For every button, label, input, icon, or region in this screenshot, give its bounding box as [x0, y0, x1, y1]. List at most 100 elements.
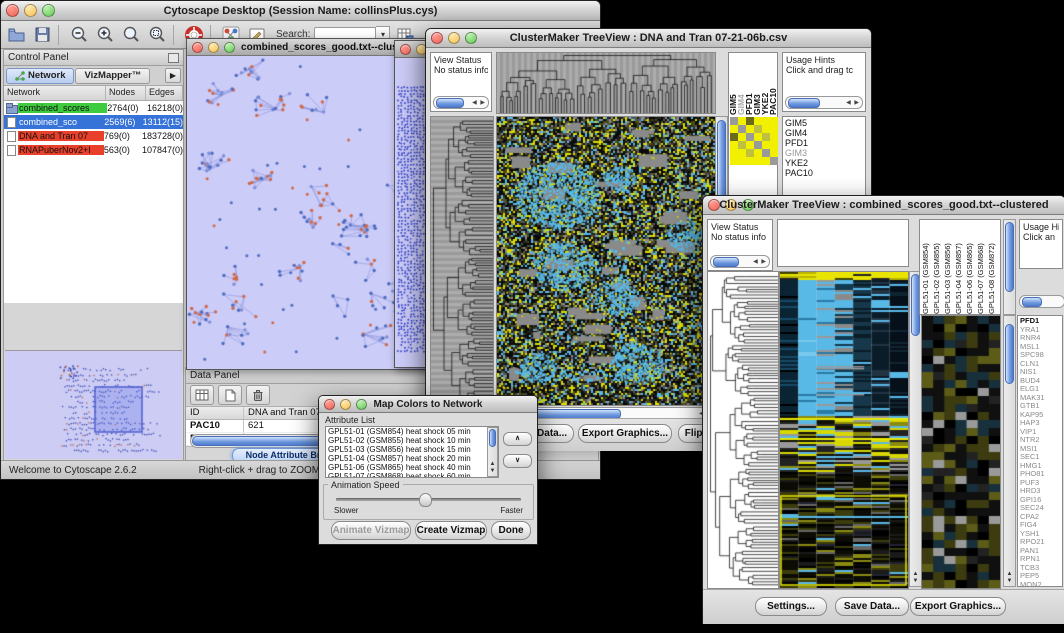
matrix-cell [730, 141, 738, 149]
new-attribute-button[interactable] [218, 385, 242, 405]
save-icon[interactable] [31, 24, 53, 46]
edge-count: 183728(0) [142, 131, 183, 141]
folder-icon [6, 103, 18, 113]
trash-icon [252, 389, 264, 402]
save-data-button[interactable]: Save Data... [835, 597, 909, 616]
scrollbar-thumb[interactable] [1022, 297, 1042, 307]
heatmap-canvas[interactable] [496, 116, 716, 406]
settings-button[interactable]: Settings... [755, 597, 827, 616]
move-up-button[interactable]: ∧ [503, 432, 532, 446]
scrollbar-thumb[interactable] [489, 429, 496, 447]
horizontal-scrollbar[interactable] [1019, 295, 1064, 308]
network-tree-row[interactable]: combined_sco2569(6)13112(15) [4, 115, 183, 129]
select-attributes-button[interactable] [190, 385, 214, 405]
column-header-nodes[interactable]: Nodes [106, 86, 146, 100]
scrollbar-arrows-icon[interactable]: ▲▼ [488, 461, 497, 475]
gene-list-item[interactable]: GIM5 [785, 118, 863, 128]
treeview1-titlebar[interactable]: ClusterMaker TreeView : DNA and Tran 07-… [426, 29, 871, 48]
matrix-cell [730, 133, 738, 141]
export-graphics-button[interactable]: Export Graphics... [910, 597, 1006, 616]
matrix-cell [738, 141, 746, 149]
attribute-list-item[interactable]: GPL51-01 (GSM854) heat shock 05 min [326, 427, 498, 436]
gene-list: PFD1YRA1RNR4MSL1SPC98CLN1NIS1BUD4ELG1MAK… [1017, 315, 1063, 587]
attribute-list-item[interactable]: GPL51-02 (GSM855) heat shock 10 min [326, 436, 498, 445]
network-navigator[interactable] [5, 350, 182, 459]
row-dendrogram-canvas[interactable] [430, 116, 494, 406]
zoom-out-icon[interactable] [68, 24, 90, 46]
slider-thumb[interactable] [419, 493, 432, 507]
horizontal-scrollbar[interactable]: ◀ ▶ [433, 96, 489, 109]
horizontal-scrollbar[interactable]: ◀ ▶ [710, 255, 770, 268]
float-panel-icon[interactable] [168, 53, 179, 63]
heatmap-canvas[interactable] [779, 271, 909, 589]
attribute-list-item[interactable]: GPL51-04 (GSM857) heat shock 20 min [326, 454, 498, 463]
matrix-cell [738, 117, 746, 125]
scrollbar-arrows-icon[interactable]: ▲▼ [910, 571, 921, 585]
column-label: GPL51-02 (GSM855) [931, 220, 942, 314]
slower-label: Slower [334, 506, 358, 515]
open-folder-icon[interactable] [5, 24, 27, 46]
scrollbar-thumb[interactable] [1005, 324, 1014, 384]
close-button[interactable] [192, 42, 203, 53]
speed-slider[interactable] [336, 498, 521, 501]
attribute-list-item[interactable]: GPL51-07 (GSM868) heat shock 60 min [326, 472, 498, 478]
network-name: combined_scores [18, 103, 107, 113]
gene-list-item[interactable]: MON2 [1020, 581, 1060, 588]
create-vizmap-button[interactable]: Create Vizmap [415, 521, 487, 540]
scrollbar-thumb[interactable] [436, 98, 464, 108]
tab-overflow-arrow[interactable]: ▶ [165, 68, 181, 83]
edge-count: 107847(0) [142, 145, 183, 155]
delete-attribute-button[interactable] [246, 385, 270, 405]
treeview2-titlebar[interactable]: ClusterMaker TreeView : combined_scores_… [703, 196, 1064, 215]
horizontal-scrollbar[interactable]: ◀ ▶ [785, 96, 863, 109]
main-titlebar[interactable]: Cytoscape Desktop (Session Name: collins… [1, 1, 600, 21]
close-button[interactable] [400, 44, 411, 55]
attribute-list-item[interactable]: GPL51-03 (GSM856) heat shock 15 min [326, 445, 498, 454]
column-label: PAC10 [769, 53, 777, 115]
export-graphics-button[interactable]: Export Graphics... [578, 424, 672, 443]
column-dendrogram-area[interactable] [777, 219, 909, 267]
attribute-items: GPL51-01 (GSM854) heat shock 05 minGPL51… [326, 427, 498, 478]
gene-list-item[interactable]: PFD1 [785, 138, 863, 148]
vertical-scrollbar[interactable]: ▲▼ [1003, 315, 1016, 587]
gene-list-item[interactable]: YKE2 [785, 158, 863, 168]
network-tree-row[interactable]: RNAPuberNov2+I563(0)107847(0) [4, 143, 183, 157]
scrollbar-arrows-icon[interactable]: ▲▼ [1004, 571, 1015, 585]
scrollbar-arrows-icon[interactable]: ◀ ▶ [753, 257, 769, 267]
matrix-cell [738, 157, 746, 165]
zoom-heatmap-canvas[interactable] [921, 315, 1001, 589]
gene-list-item[interactable]: GIM4 [785, 128, 863, 138]
gene-list-item[interactable]: GIM3 [785, 148, 863, 158]
attribute-list-item[interactable]: GPL51-06 (GSM865) heat shock 40 min [326, 463, 498, 472]
zoom-in-icon[interactable] [94, 24, 116, 46]
scrollbar-arrows-icon[interactable]: ◀ ▶ [846, 98, 862, 108]
column-header-edges[interactable]: Edges [146, 86, 183, 100]
tab-network[interactable]: Network [6, 68, 74, 84]
scrollbar-thumb[interactable] [788, 98, 820, 108]
column-header-id[interactable]: ID [186, 407, 244, 419]
done-button[interactable]: Done [491, 521, 531, 540]
network-name: RNAPuberNov2+I [18, 145, 104, 155]
correlation-matrix[interactable] [730, 117, 778, 165]
column-header-network[interactable]: Network [4, 86, 106, 100]
navigator-canvas[interactable] [5, 351, 180, 457]
vertical-scrollbar[interactable] [1003, 219, 1016, 315]
network-tree-row[interactable]: combined_scores2764(0)16218(0) [4, 101, 183, 115]
zoom-selected-icon[interactable] [120, 24, 142, 46]
move-down-button[interactable]: ∨ [503, 454, 532, 468]
zoom-fit-icon[interactable] [146, 24, 168, 46]
minimize-button[interactable] [208, 42, 219, 53]
gene-list-item[interactable]: PAC10 [785, 168, 863, 178]
tab-vizmapper[interactable]: VizMapper™ [75, 68, 150, 84]
scrollbar-arrows-icon[interactable]: ◀ ▶ [472, 98, 488, 108]
scrollbar-thumb[interactable] [713, 257, 739, 267]
animate-vizmap-button[interactable]: Animate Vizmap [331, 521, 411, 540]
desktop: Cytoscape Desktop (Session Name: collins… [0, 0, 1064, 633]
network-tree-row[interactable]: DNA and Tran 07769(0)183728(0) [4, 129, 183, 143]
column-dendrogram-canvas[interactable] [496, 52, 716, 114]
dialog-titlebar[interactable]: Map Colors to Network [319, 396, 537, 413]
scrollbar-thumb[interactable] [1005, 222, 1014, 292]
vertical-scrollbar[interactable]: ▲▼ [487, 427, 498, 477]
row-dendrogram-canvas[interactable] [707, 271, 779, 589]
network-tab-icon [15, 71, 25, 81]
